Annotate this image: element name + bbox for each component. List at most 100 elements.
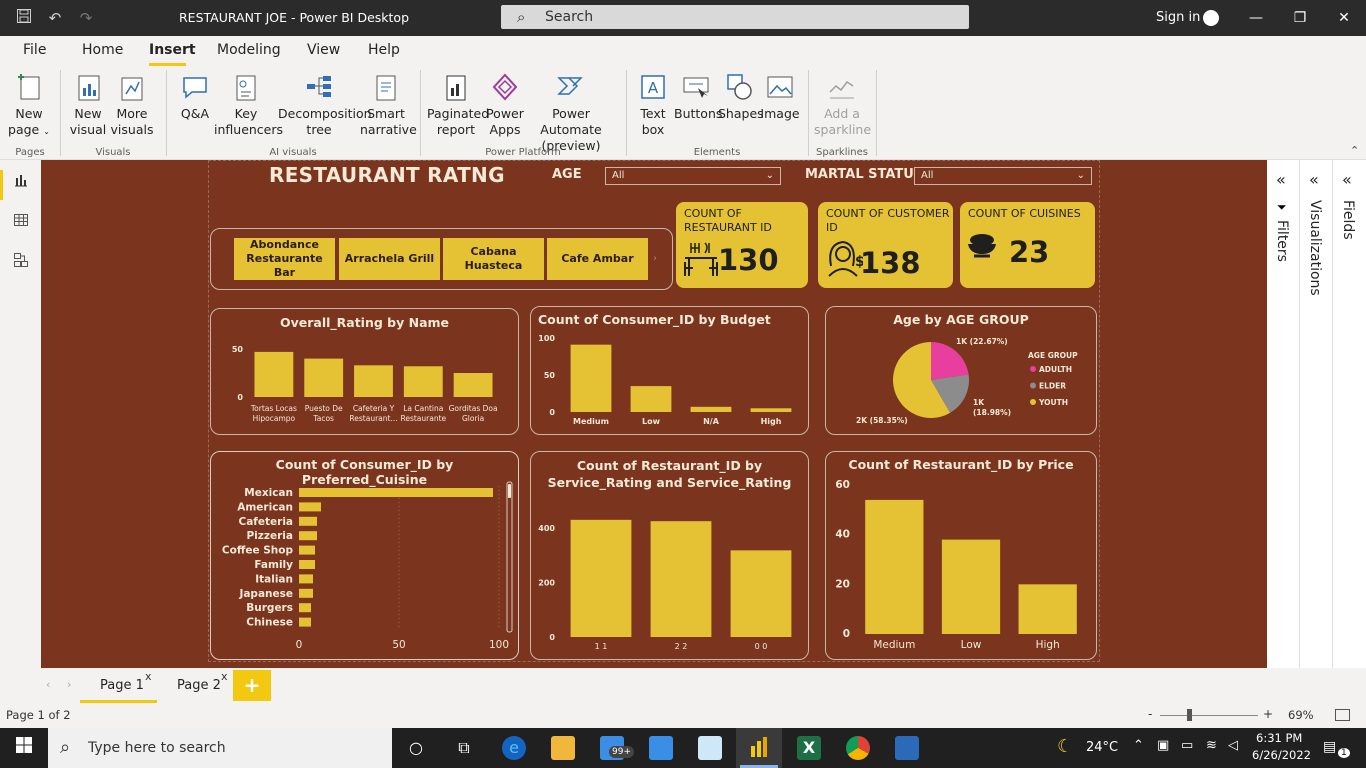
wifi-icon[interactable]: ≋ bbox=[1206, 738, 1217, 753]
menu-home[interactable]: Home bbox=[82, 42, 123, 58]
y-tick-label: 50 bbox=[544, 371, 556, 380]
expand-filters-icon[interactable]: « bbox=[1276, 170, 1286, 189]
new-page-button[interactable]: New page ⌄ bbox=[6, 72, 52, 140]
file-explorer-icon[interactable] bbox=[551, 736, 575, 760]
kpi-card-cuisines[interactable]: COUNT OF CUISINES 23 bbox=[960, 202, 1095, 288]
more-visuals-button[interactable]: More visuals bbox=[108, 72, 156, 138]
chart-preferred-cuisine[interactable]: Count of Consumer_ID by Preferred_Cuisin… bbox=[210, 451, 519, 660]
chart-overall-rating[interactable]: Overall_Rating by Name 50 0 Tortas Locas Hi… bbox=[210, 308, 519, 435]
text-box-button[interactable]: A Text box bbox=[634, 72, 672, 138]
zoom-slider[interactable] bbox=[1160, 715, 1258, 716]
avatar[interactable] bbox=[1203, 10, 1219, 26]
notification-icon[interactable]: ▤ bbox=[1323, 739, 1336, 755]
chrome-icon[interactable] bbox=[846, 736, 870, 760]
menu-file[interactable]: File bbox=[23, 42, 46, 58]
power-automate-button[interactable]: Power Automate (preview) bbox=[525, 72, 617, 154]
save-icon[interactable] bbox=[14, 8, 34, 28]
power-bi-icon[interactable] bbox=[747, 736, 771, 760]
slicer-chip[interactable]: Cafe Ambar bbox=[547, 238, 648, 280]
data-view-icon[interactable] bbox=[12, 212, 30, 230]
menu-help[interactable]: Help bbox=[368, 42, 400, 58]
fields-pane-collapsed[interactable]: « Fields bbox=[1333, 160, 1366, 668]
expand-fields-icon[interactable]: « bbox=[1342, 170, 1352, 189]
shapes-button[interactable]: Shapes bbox=[718, 72, 764, 122]
close-icon[interactable]: ✕ bbox=[1333, 8, 1355, 28]
zoom-out-button[interactable]: - bbox=[1148, 707, 1152, 721]
meet-icon[interactable]: ▣ bbox=[1157, 738, 1169, 753]
slicer-chip[interactable]: Cabana Huasteca bbox=[443, 238, 544, 280]
report-canvas[interactable]: RESTAURANT RATNG AGE All ⌄ MARTAL STATUS… bbox=[41, 160, 1267, 668]
redo-icon[interactable]: ↷ bbox=[76, 8, 96, 28]
menu-insert[interactable]: Insert bbox=[149, 42, 196, 58]
mail-badge: 99+ bbox=[609, 746, 634, 758]
key-influencers-label: Key influencers bbox=[214, 106, 284, 137]
sign-in-link[interactable]: Sign in bbox=[1156, 10, 1200, 25]
expand-visualizations-icon[interactable]: « bbox=[1309, 170, 1319, 189]
close-tab-icon[interactable]: x bbox=[221, 670, 228, 683]
tab-page-1[interactable]: Page 1 bbox=[100, 678, 144, 693]
edge-icon[interactable]: e bbox=[502, 736, 526, 760]
buttons-button[interactable]: Buttons bbox=[674, 72, 722, 122]
bar bbox=[299, 574, 313, 584]
minimize-icon[interactable]: — bbox=[1245, 8, 1267, 28]
bar bbox=[299, 502, 321, 512]
chevron-up-icon[interactable]: ⌃ bbox=[1133, 738, 1144, 753]
kpi-card-customers[interactable]: COUNT OF CUSTOMER ID $ 138 bbox=[818, 202, 953, 288]
marital-slicer-dropdown[interactable]: All ⌄ bbox=[914, 167, 1092, 185]
cortana-icon[interactable]: ○ bbox=[404, 736, 428, 760]
decomposition-tree-icon bbox=[278, 72, 360, 102]
photos-icon[interactable] bbox=[895, 736, 919, 760]
task-view-icon[interactable]: ⧉ bbox=[452, 736, 476, 760]
age-slicer-dropdown[interactable]: All ⌄ bbox=[605, 167, 781, 185]
power-apps-button[interactable]: Power Apps bbox=[485, 72, 525, 138]
menu-view[interactable]: View bbox=[307, 42, 340, 58]
slicer-chip[interactable]: Arrachela Grill bbox=[339, 238, 440, 280]
close-tab-icon[interactable]: x bbox=[145, 670, 152, 683]
group-visuals: Visuals bbox=[95, 147, 131, 158]
slicer-chip[interactable]: Abondance Restaurante Bar bbox=[234, 238, 335, 280]
chart-budget[interactable]: Count of Consumer_ID by Budget 100 50 0 Med… bbox=[530, 306, 809, 435]
restore-icon[interactable]: ❐ bbox=[1289, 8, 1311, 28]
zoom-slider-thumb[interactable] bbox=[1187, 709, 1192, 721]
smart-narrative-button[interactable]: Smart narrative bbox=[360, 72, 417, 138]
fields-label: Fields bbox=[1340, 200, 1356, 240]
undo-icon[interactable]: ↶ bbox=[45, 8, 65, 28]
kpi-card-value: 130 bbox=[718, 243, 779, 277]
fit-to-page-icon[interactable] bbox=[1335, 709, 1350, 721]
kpi-card-restaurants[interactable]: COUNT OF RESTAURANT ID 130 bbox=[676, 202, 808, 288]
new-visual-button[interactable]: New visual bbox=[68, 72, 108, 138]
key-influencers-button[interactable]: Key influencers bbox=[214, 72, 283, 138]
store-icon[interactable] bbox=[649, 736, 673, 760]
y-tick-label: 0 bbox=[549, 408, 555, 417]
battery-icon[interactable]: ▭ bbox=[1181, 738, 1193, 753]
snip-tool-icon[interactable] bbox=[698, 736, 722, 760]
add-page-button[interactable]: + bbox=[233, 670, 271, 701]
visualizations-pane-collapsed[interactable]: « Visualizations bbox=[1300, 160, 1333, 668]
tab-page-2[interactable]: Page 2 bbox=[177, 678, 221, 693]
windows-start-icon[interactable] bbox=[12, 736, 36, 760]
menu-modeling[interactable]: Modeling bbox=[217, 42, 281, 58]
chart-service-rating[interactable]: Count of Restaurant_ID by Service_Rating… bbox=[530, 451, 809, 660]
volume-icon[interactable]: ◁ bbox=[1228, 738, 1238, 753]
excel-icon[interactable]: X bbox=[797, 736, 821, 760]
chevron-right-icon[interactable]: › bbox=[653, 253, 657, 264]
next-page-icon[interactable]: › bbox=[67, 678, 71, 691]
add-sparkline-button[interactable]: Add a sparkline bbox=[814, 72, 871, 138]
search-input[interactable]: ⌕ Search bbox=[501, 5, 969, 29]
filters-pane-collapsed[interactable]: « ⏷ Filters bbox=[1267, 160, 1300, 668]
chart-age-group[interactable]: Age by AGE GROUP 1K (22.67%) 1K (18.98%) 2K… bbox=[825, 306, 1097, 435]
model-view-icon[interactable] bbox=[12, 252, 30, 270]
decomposition-tree-button[interactable]: Decomposition tree bbox=[278, 72, 372, 138]
x-tick-label: 0 0 bbox=[755, 642, 768, 651]
prev-page-icon[interactable]: ‹ bbox=[46, 678, 50, 691]
qa-button[interactable]: Q&A bbox=[176, 72, 214, 122]
zoom-in-button[interactable]: + bbox=[1263, 707, 1273, 721]
weather-icon[interactable]: ☾ bbox=[1057, 736, 1073, 757]
x-tick-label: Restaurante bbox=[400, 414, 446, 423]
paginated-report-button[interactable]: Paginated report bbox=[427, 72, 489, 138]
collapse-ribbon-icon[interactable]: ⌃ bbox=[1350, 144, 1359, 157]
report-view-icon[interactable] bbox=[12, 172, 30, 190]
chart-price[interactable]: Count of Restaurant_ID by Price 60 40 20 0 M… bbox=[825, 451, 1097, 660]
image-button[interactable]: Image bbox=[760, 72, 800, 122]
taskbar-search-input[interactable]: ⌕ Type here to search bbox=[48, 728, 392, 768]
